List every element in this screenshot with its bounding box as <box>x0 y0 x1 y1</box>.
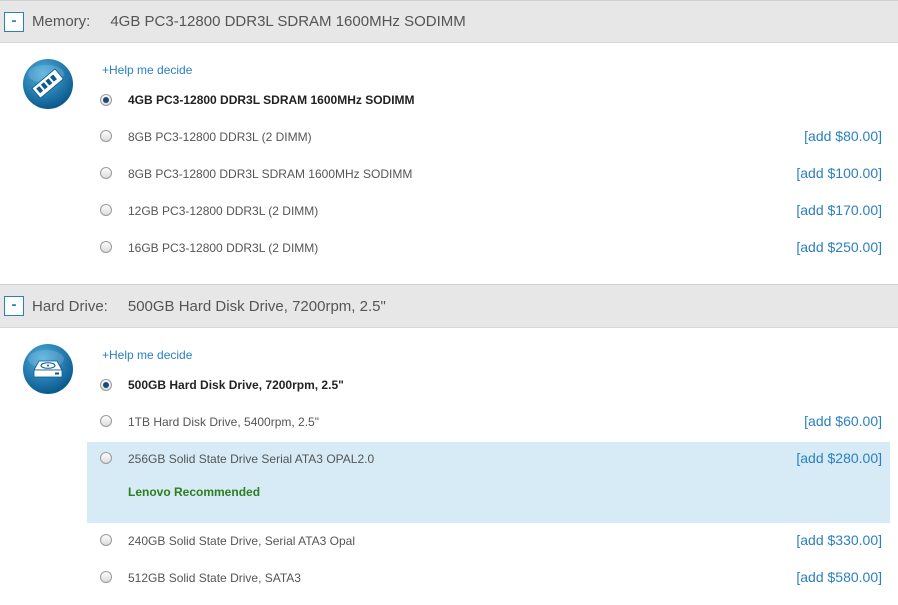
hard-drive-option-radio[interactable] <box>100 415 112 427</box>
hard-drive-section-header: - Hard Drive: 500GB Hard Disk Drive, 720… <box>0 284 898 328</box>
memory-option-radio[interactable] <box>100 167 112 179</box>
recommended-badge: Lenovo Recommended <box>128 485 261 499</box>
hard-drive-option-label: 240GB Solid State Drive, Serial ATA3 Opa… <box>128 534 355 548</box>
hard-drive-option-row[interactable]: 512GB Solid State Drive, SATA3 [add $580… <box>87 566 890 592</box>
hard-drive-option-label: 256GB Solid State Drive Serial ATA3 OPAL… <box>128 452 375 466</box>
hard-drive-help-link[interactable]: +Help me decide <box>102 348 192 362</box>
memory-module-icon <box>22 58 74 110</box>
memory-option-label: 8GB PC3-12800 DDR3L (2 DIMM) <box>128 130 312 144</box>
memory-collapse-button[interactable]: - <box>4 11 24 32</box>
memory-option-price[interactable]: [add $100.00] <box>796 165 882 181</box>
hard-drive-collapse-button[interactable]: - <box>4 296 24 316</box>
memory-option-row[interactable]: 8GB PC3-12800 DDR3L (2 DIMM) [add $80.00… <box>87 125 890 151</box>
memory-option-label: 4GB PC3-12800 DDR3L SDRAM 1600MHz SODIMM <box>128 93 415 107</box>
hard-drive-option-radio[interactable] <box>100 379 112 391</box>
memory-option-radio[interactable] <box>100 130 112 142</box>
memory-option-label: 12GB PC3-12800 DDR3L (2 DIMM) <box>128 204 319 218</box>
hard-drive-option-price[interactable]: [add $580.00] <box>796 569 882 585</box>
memory-section-label: Memory: <box>32 13 91 30</box>
memory-option-radio[interactable] <box>100 94 112 106</box>
hard-drive-option-label: 500GB Hard Disk Drive, 7200rpm, 2.5" <box>128 378 344 392</box>
memory-option-label: 16GB PC3-12800 DDR3L (2 DIMM) <box>128 241 319 255</box>
memory-section-header: - Memory: 4GB PC3-12800 DDR3L SDRAM 1600… <box>0 0 898 43</box>
memory-option-label: 8GB PC3-12800 DDR3L SDRAM 1600MHz SODIMM <box>128 167 413 181</box>
memory-option-row[interactable]: 16GB PC3-12800 DDR3L (2 DIMM) [add $250.… <box>87 236 890 262</box>
memory-option-price[interactable]: [add $170.00] <box>796 202 882 218</box>
hard-drive-option-price[interactable]: [add $280.00] <box>796 450 882 466</box>
memory-option-price[interactable]: [add $250.00] <box>796 239 882 255</box>
hard-drive-option-radio[interactable] <box>100 452 112 464</box>
hard-drive-option-radio[interactable] <box>100 534 112 546</box>
memory-selected-value: 4GB PC3-12800 DDR3L SDRAM 1600MHz SODIMM <box>110 13 466 30</box>
memory-option-radio[interactable] <box>100 204 112 216</box>
hard-drive-option-price[interactable]: [add $60.00] <box>804 413 882 429</box>
memory-help-link[interactable]: +Help me decide <box>102 63 192 77</box>
memory-option-row[interactable]: 8GB PC3-12800 DDR3L SDRAM 1600MHz SODIMM… <box>87 162 890 188</box>
hard-drive-option-row-recommended[interactable]: 256GB Solid State Drive Serial ATA3 OPAL… <box>87 442 890 523</box>
hard-drive-section-label: Hard Drive: <box>32 297 108 315</box>
memory-option-row[interactable]: 4GB PC3-12800 DDR3L SDRAM 1600MHz SODIMM <box>87 88 890 114</box>
hard-drive-icon <box>22 343 74 395</box>
hard-drive-option-label: 512GB Solid State Drive, SATA3 <box>128 571 301 585</box>
hard-drive-option-label: 1TB Hard Disk Drive, 5400rpm, 2.5" <box>128 415 319 429</box>
memory-option-radio[interactable] <box>100 241 112 253</box>
memory-option-price[interactable]: [add $80.00] <box>804 128 882 144</box>
hard-drive-selected-value: 500GB Hard Disk Drive, 7200rpm, 2.5" <box>127 297 386 315</box>
hard-drive-option-row[interactable]: 500GB Hard Disk Drive, 7200rpm, 2.5" <box>87 373 890 399</box>
hard-drive-option-row[interactable]: 240GB Solid State Drive, Serial ATA3 Opa… <box>87 529 890 555</box>
hard-drive-option-row[interactable]: 1TB Hard Disk Drive, 5400rpm, 2.5" [add … <box>87 410 890 436</box>
hard-drive-option-price[interactable]: [add $330.00] <box>796 532 882 548</box>
memory-option-row[interactable]: 12GB PC3-12800 DDR3L (2 DIMM) [add $170.… <box>87 199 890 225</box>
hard-drive-option-radio[interactable] <box>100 571 112 583</box>
